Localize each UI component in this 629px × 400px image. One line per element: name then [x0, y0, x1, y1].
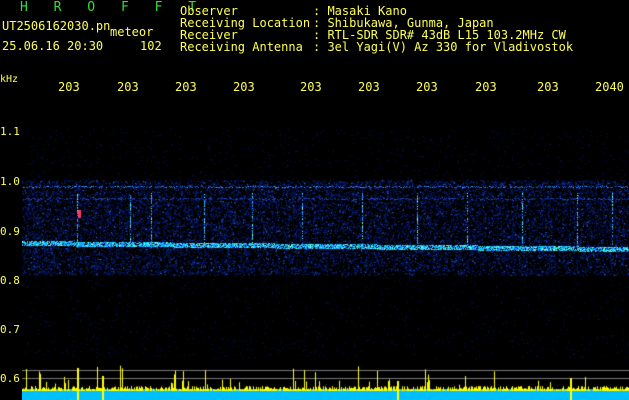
time-tick: 203 [175, 80, 197, 94]
freq-tick: 1.1 [0, 125, 20, 138]
count-label: 102 [140, 39, 162, 53]
freq-tick: 0.6 [0, 372, 20, 385]
time-tick: 2040 [595, 80, 624, 94]
time-tick: 203 [58, 80, 80, 94]
time-tick: 203 [416, 80, 438, 94]
spectrogram-plot [22, 98, 629, 400]
time-tick: 203 [475, 80, 497, 94]
time-tick: 203 [300, 80, 322, 94]
datetime-label: 25.06.16 20:30 [2, 39, 104, 53]
filename-label: UT2506162030.pn [2, 19, 111, 33]
time-tick: 203 [537, 80, 559, 94]
freq-tick: 0.8 [0, 274, 20, 287]
header-panel: H R O F F T UT2506162030.pn meteor 25.06… [0, 0, 629, 72]
time-tick: 203 [117, 80, 139, 94]
app-title: H R O F F T [20, 0, 206, 15]
freq-tick: 0.9 [0, 225, 20, 238]
type-label: meteor [110, 25, 154, 39]
axis-unit: kHz [0, 74, 19, 85]
antenna-label: Receiving Antenna [180, 40, 303, 54]
freq-tick: 0.7 [0, 323, 20, 336]
freq-tick: 1.0 [0, 175, 20, 188]
antenna-value: : 3el Yagi(V) Az 330 for Vladivostok [313, 40, 574, 54]
time-tick: 203 [233, 80, 255, 94]
time-tick: 203 [358, 80, 380, 94]
